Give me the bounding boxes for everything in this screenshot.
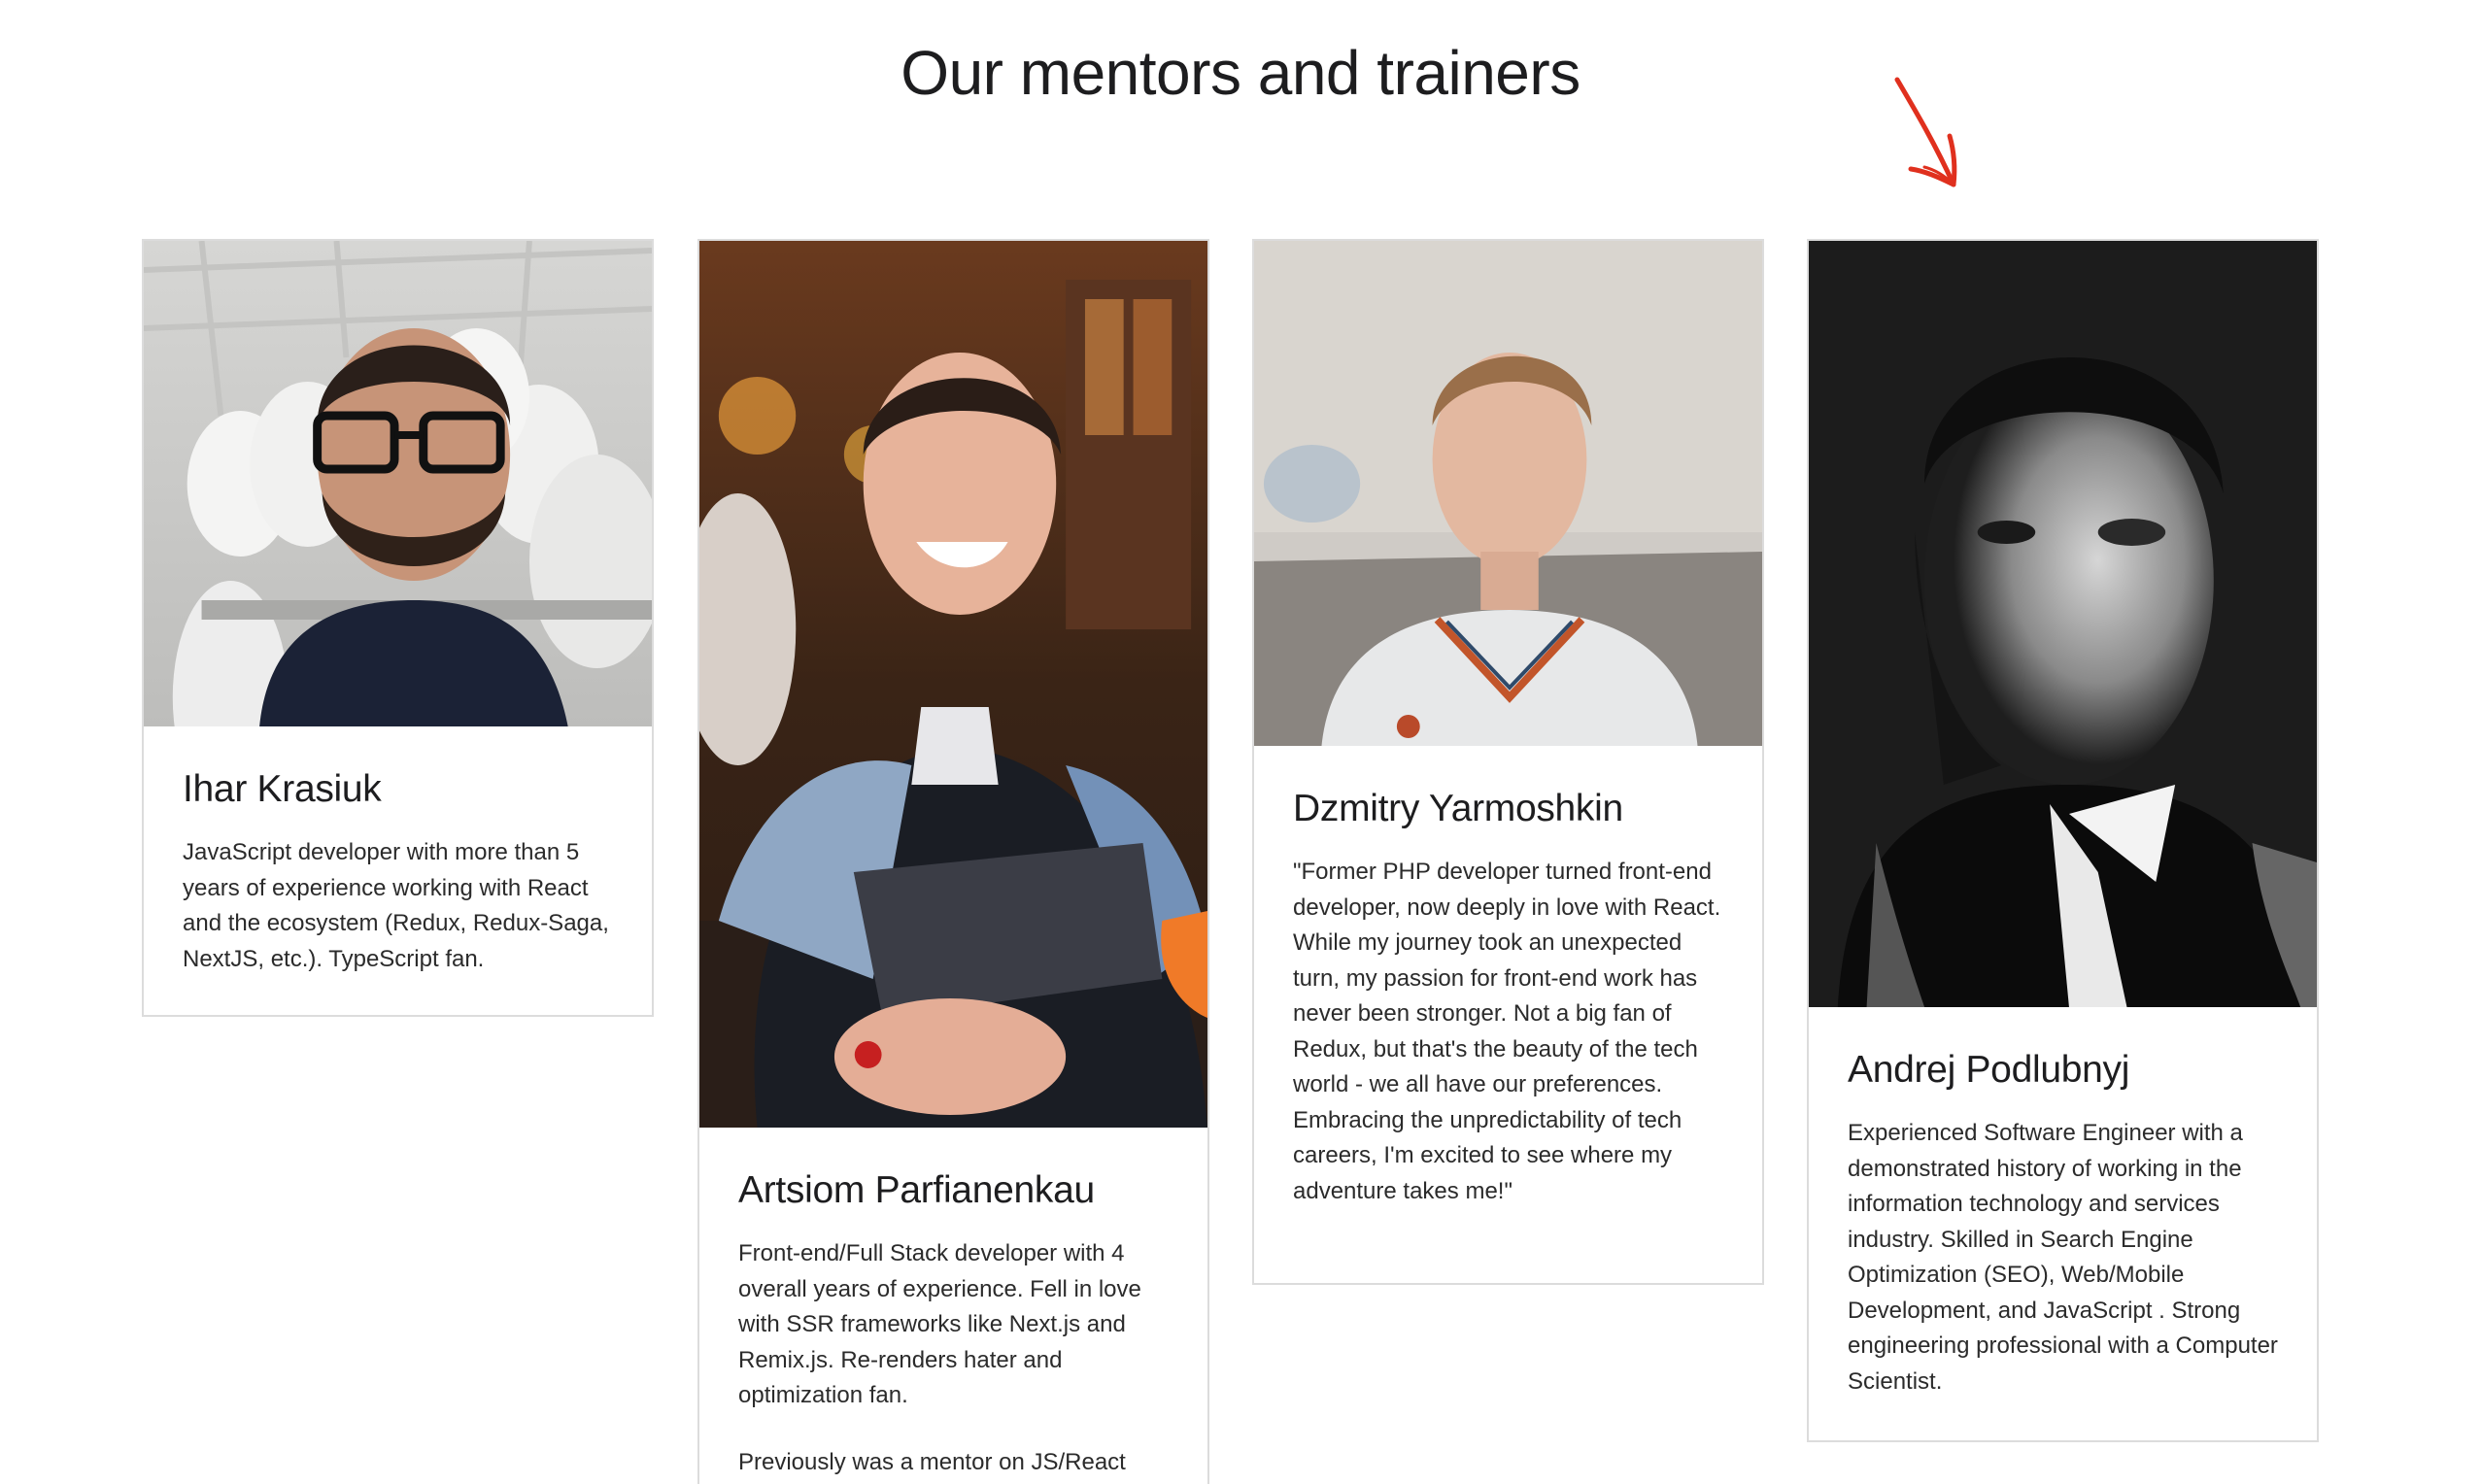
mentor-photo [1254,241,1762,746]
mentor-card: Ihar Krasiuk JavaScript developer with m… [142,239,654,1017]
mentor-description: "Former PHP developer turned front-end d… [1293,859,1721,1204]
mentors-section: Our mentors and trainers Ihar Krasiuk Ja… [0,0,2481,1484]
arrow-down-icon [1894,77,1957,187]
mentor-description: JavaScript developer with more than 5 ye… [183,839,609,972]
mentor-name: Ihar Krasiuk [183,768,382,810]
mentor-name: Artsiom Parfianenkau [738,1169,1095,1211]
mentor-card: Dzmitry Yarmoshkin "Former PHP developer… [1252,239,1764,1285]
mentor-description: Experienced Software Engineer with a dem… [1848,1120,2278,1395]
mentor-description: Front-end/Full Stack developer with 4 ov… [738,1240,1141,1408]
section-title: Our mentors and trainers [901,38,1580,108]
mentor-card: Andrej Podlubnyj Experienced Software En… [1807,239,2319,1442]
mentor-name: Andrej Podlubnyj [1848,1049,2130,1091]
mentor-card: Artsiom Parfianenkau Front-end/Full Stac… [697,239,1209,1484]
mentor-photo [1809,241,2317,1007]
mentor-photo [699,241,1207,1128]
mentor-name: Dzmitry Yarmoshkin [1293,788,1623,829]
mentor-description-extra: Previously was a mentor on JS/React cour… [738,1448,1126,1475]
mentor-photo [144,241,652,726]
